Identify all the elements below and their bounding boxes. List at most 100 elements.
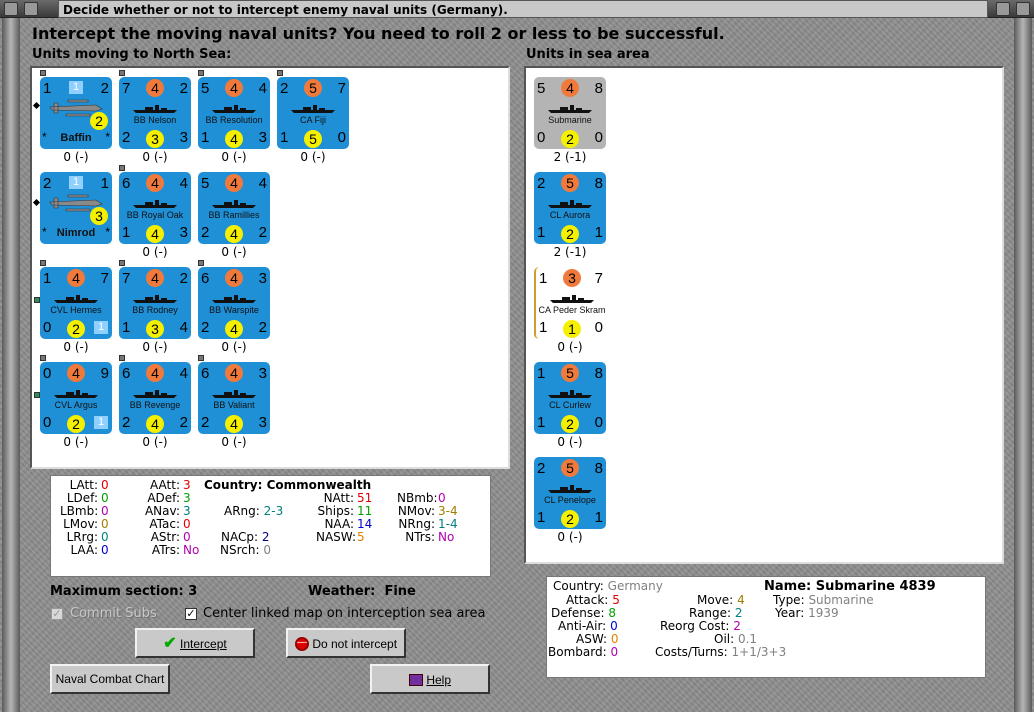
counter-bottom-right: 2: [179, 414, 188, 431]
counter-top-left: 0: [43, 365, 52, 382]
stack-marker-icon: [40, 260, 46, 266]
counter-orange-circle: 4: [146, 364, 164, 382]
counter-name: CL Curlew: [549, 400, 591, 410]
stat-value: 0: [438, 491, 446, 505]
window-menu-icon[interactable]: [4, 2, 18, 16]
do-not-intercept-button[interactable]: — Do not intercept: [286, 628, 406, 658]
do-not-intercept-label: Do not intercept: [312, 636, 398, 651]
ship-silhouette-icon: [548, 105, 592, 113]
help-book-icon: [408, 673, 423, 686]
unit-counter[interactable]: 6 4 4 4 1 3 BB Royal Oak: [119, 172, 191, 244]
unit-counter[interactable]: 5 8 4 2 0 0 Submarine: [534, 77, 606, 149]
unit-counter[interactable]: 6 3 4 4 2 2 BB Warspite: [198, 267, 270, 339]
counter-orange-circle: 5: [304, 79, 322, 97]
counter-name: BB Royal Oak: [126, 210, 184, 220]
counter-bottom-left: 0: [43, 319, 52, 336]
counter-yellow-circle: 4: [225, 415, 243, 433]
counter-bottom-right: 3: [179, 129, 188, 146]
counter-yellow-circle: 5: [304, 130, 322, 148]
unit-counter[interactable]: 5 4 4 4 2 2 BB Ramillies: [198, 172, 270, 244]
counter-name: CL Aurora: [549, 210, 591, 220]
stack-marker-icon: [198, 70, 204, 76]
counter-name: Nimrod: [56, 227, 96, 239]
counter-orange-circle: 4: [225, 269, 243, 287]
commit-subs-checkbox[interactable]: ✓: [51, 608, 63, 620]
counter-name: BB Ramillies: [208, 210, 260, 220]
help-label: Help: [426, 672, 452, 687]
counter-name: Baffin: [60, 132, 92, 144]
unit-counter[interactable]: 2 8 5 2 1 1 CL Penelope: [534, 457, 606, 529]
counter-top-right: 2: [179, 80, 188, 97]
help-button[interactable]: Help: [370, 664, 490, 694]
minimize-icon[interactable]: [996, 2, 1010, 16]
ui-aa-label: Anti-Air:: [558, 619, 607, 633]
ship-silhouette-icon: [548, 200, 592, 208]
ui-range-label: Range:: [689, 606, 732, 620]
unit-counter[interactable]: 2 8 5 2 1 1 CL Aurora: [534, 172, 606, 244]
ui-year-label: Year:: [775, 606, 805, 620]
counter-yellow-circle: 2: [90, 112, 108, 130]
counter-bottom-left: 2: [201, 414, 210, 431]
counter-bottom-right: 3: [258, 414, 267, 431]
ship-silhouette-icon: [548, 485, 592, 493]
counter-orange-circle: 4: [225, 364, 243, 382]
counter-bottom-right: 3: [179, 224, 188, 241]
center-map-checkbox[interactable]: ✓: [185, 608, 197, 620]
ship-silhouette-icon: [212, 295, 256, 303]
counter-orange-circle: 4: [561, 79, 579, 97]
unit-counter[interactable]: 6 3 4 4 2 3 BB Valiant: [198, 362, 270, 434]
check-icon: ✔: [163, 634, 177, 652]
stack-marker-icon: [198, 355, 204, 361]
counter-bottom-left: 1: [537, 509, 546, 526]
unit-counter[interactable]: 7 2 4 3 2 3 BB Nelson: [119, 77, 191, 149]
counter-top-right: 4: [258, 80, 267, 97]
counter-top-right: 4: [179, 175, 188, 192]
ui-country-row: Country: Germany: [553, 580, 663, 593]
ship-silhouette-icon: [212, 200, 256, 208]
unit-counter[interactable]: 2 7 5 5 1 0 CA Fiji: [277, 77, 349, 149]
unit-counter[interactable]: 0 9 4 2 0 1 CVL Argus: [40, 362, 112, 434]
counter-yellow-circle: 2: [67, 415, 85, 433]
counter-top-left: 2: [537, 175, 546, 192]
counter-top-left: 1: [43, 270, 52, 287]
ui-bombard-label: Bombard:: [548, 645, 607, 659]
unit-counter[interactable]: 1 7 4 2 0 1 CVL Hermes: [40, 267, 112, 339]
stat-value: 51: [357, 491, 373, 505]
unit-counter[interactable]: 5 4 4 4 1 3 BB Resolution: [198, 77, 270, 149]
unit-counter[interactable]: 2 1 1 3 * * Nimrod: [40, 172, 112, 244]
stat-row: ATrs: No: [142, 544, 199, 557]
arng-row: ARng: 2-3: [224, 505, 283, 518]
counter-top-box: 1: [69, 81, 83, 94]
counter-name: BB Revenge: [129, 400, 181, 410]
naval-combat-chart-button[interactable]: Naval Combat Chart: [50, 664, 170, 694]
title-bar: Decide whether or not to intercept enemy…: [0, 0, 1034, 18]
stack-marker-icon: [277, 70, 283, 76]
counter-top-right: 4: [179, 365, 188, 382]
stat-value: 0: [101, 504, 109, 518]
counter-bottom-right: 0: [337, 129, 346, 146]
stack-marker-icon: [198, 260, 204, 266]
weather-label: Weather:: [308, 584, 376, 599]
stat-value: 1-4: [438, 517, 458, 531]
counter-name: CA Peder Skram: [538, 305, 606, 315]
close-icon[interactable]: [1016, 2, 1030, 16]
unit-counter[interactable]: 7 2 4 3 1 4 BB Rodney: [119, 267, 191, 339]
counter-status: 0 (-): [63, 435, 89, 449]
counter-yellow-circle: 3: [146, 320, 164, 338]
ui-country-value: Germany: [607, 579, 663, 593]
counter-top-left: 2: [280, 80, 289, 97]
counter-bottom-left: 1: [537, 414, 546, 431]
stat-value: 0: [101, 478, 109, 492]
stat-label: LAA:: [70, 543, 98, 557]
counter-top-left: 7: [122, 270, 131, 287]
unit-counter[interactable]: 6 4 4 4 2 2 BB Revenge: [119, 362, 191, 434]
window-pin-icon[interactable]: [24, 2, 38, 16]
stat-value: 0: [101, 543, 109, 557]
counter-yellow-circle: 4: [225, 130, 243, 148]
unit-counter[interactable]: 1 2 1 2 * * Baffin: [40, 77, 112, 149]
unit-counter[interactable]: 1 7 3 1 1 0 CA Peder Skram: [534, 267, 606, 339]
intercept-button[interactable]: ✔ Intercept: [135, 628, 255, 658]
counter-name: Submarine: [548, 115, 592, 125]
unit-counter[interactable]: 1 8 5 2 1 0 CL Curlew: [534, 362, 606, 434]
counter-orange-circle: 5: [561, 459, 579, 477]
